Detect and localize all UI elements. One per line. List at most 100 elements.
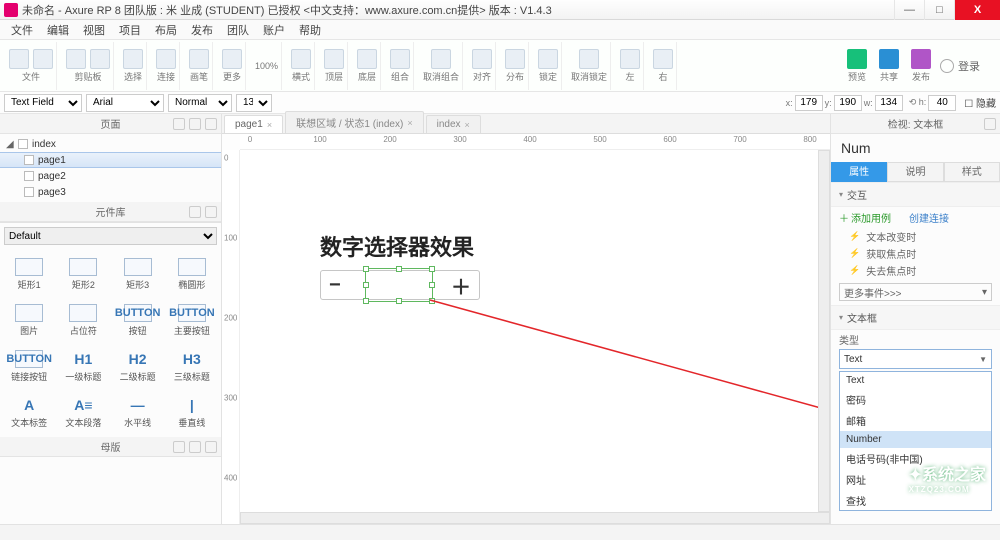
menu-项目[interactable]: 项目 [112, 22, 148, 38]
lib-item[interactable]: H1一级标题 [56, 343, 110, 389]
library-set-select[interactable]: Default [4, 227, 217, 245]
page-item-page2[interactable]: page2 [0, 168, 221, 184]
scrollbar-horizontal[interactable] [240, 512, 830, 524]
page-item-page3[interactable]: page3 [0, 184, 221, 200]
inspector-tab-说明[interactable]: 说明 [887, 162, 943, 182]
menu-账户[interactable]: 账户 [256, 22, 292, 38]
close-button[interactable]: X [954, 0, 1000, 20]
canvas[interactable]: 数字选择器效果 − ＋ [240, 150, 830, 524]
menu-帮助[interactable]: 帮助 [292, 22, 328, 38]
lib-item[interactable]: BUTTON按钮 [111, 297, 165, 343]
canvas-heading[interactable]: 数字选择器效果 [320, 230, 474, 262]
type-option[interactable]: Text [840, 372, 991, 389]
create-link-link[interactable]: 创建连接 [909, 210, 949, 225]
menu-编辑[interactable]: 编辑 [40, 22, 76, 38]
event-item[interactable]: 文本改变时 [831, 228, 1000, 245]
lib-item[interactable]: 矩形2 [56, 251, 110, 297]
login-button[interactable]: 登录 [940, 58, 994, 74]
font-style-select[interactable]: Normal [168, 94, 232, 112]
ribbon-icon[interactable] [472, 49, 492, 69]
event-item[interactable]: 获取焦点时 [831, 245, 1000, 262]
ribbon-icon[interactable] [538, 49, 558, 69]
widget-name[interactable]: Num [831, 134, 1000, 162]
type-option[interactable]: 密码 [840, 389, 991, 410]
ribbon-icon[interactable] [189, 49, 209, 69]
event-item[interactable]: 失去焦点时 [831, 262, 1000, 279]
lib-item[interactable]: —水平线 [111, 389, 165, 435]
ribbon-icon[interactable] [90, 49, 110, 69]
lib-item[interactable]: A文本标签 [2, 389, 56, 435]
menu-视图[interactable]: 视图 [76, 22, 112, 38]
lib-item[interactable]: H3三级标题 [165, 343, 219, 389]
lib-search-icon[interactable] [205, 206, 217, 218]
lib-menu-icon[interactable] [189, 206, 201, 218]
type-option[interactable]: 查找 [840, 490, 991, 511]
ribbon-icon[interactable] [324, 49, 344, 69]
stepper-minus[interactable]: − [329, 274, 341, 297]
inspector-menu-icon[interactable] [984, 118, 996, 130]
inspector-tab-属性[interactable]: 属性 [831, 162, 887, 182]
stepper-plus[interactable]: ＋ [451, 271, 471, 300]
textfield-section-header[interactable]: 文本框 [831, 305, 1000, 330]
预览-button[interactable] [847, 49, 867, 69]
ribbon-icon[interactable] [579, 49, 599, 69]
type-option[interactable]: Number [840, 431, 991, 448]
lib-item[interactable]: |垂直线 [165, 389, 219, 435]
ribbon-icon[interactable] [505, 49, 525, 69]
minimize-button[interactable]: — [894, 0, 924, 20]
pages-search-icon[interactable] [205, 118, 217, 130]
maximize-button[interactable]: □ [924, 0, 954, 20]
lib-item[interactable]: A≡文本段落 [56, 389, 110, 435]
masters-folder-icon[interactable] [189, 441, 201, 453]
menu-团队[interactable]: 团队 [220, 22, 256, 38]
interaction-section-header[interactable]: 交互 [831, 182, 1000, 207]
发布-button[interactable] [911, 49, 931, 69]
add-case-link[interactable]: 添加用例 [839, 210, 891, 225]
page-tab[interactable]: index× [426, 115, 481, 133]
ribbon-icon[interactable] [156, 49, 176, 69]
ribbon-icon[interactable] [620, 49, 640, 69]
coord-y[interactable] [834, 95, 862, 111]
ribbon-icon[interactable] [9, 49, 29, 69]
ribbon-icon[interactable] [291, 49, 311, 69]
pages-add-icon[interactable] [173, 118, 185, 130]
coord-w[interactable] [875, 95, 903, 111]
共享-button[interactable] [879, 49, 899, 69]
widget-type-select[interactable]: Text Field [4, 94, 82, 112]
type-option[interactable]: 网址 [840, 469, 991, 490]
type-option[interactable]: 电话号码(非中国) [840, 448, 991, 469]
menu-发布[interactable]: 发布 [184, 22, 220, 38]
page-item-page1[interactable]: page1 [0, 152, 221, 168]
type-option[interactable]: 邮箱 [840, 410, 991, 431]
ribbon-icon[interactable] [653, 49, 673, 69]
pages-folder-icon[interactable] [189, 118, 201, 130]
lib-item[interactable]: H2二级标题 [111, 343, 165, 389]
ribbon-icon[interactable] [33, 49, 53, 69]
ribbon-icon[interactable] [66, 49, 86, 69]
ribbon-icon[interactable] [357, 49, 377, 69]
ribbon-icon[interactable] [222, 49, 242, 69]
ribbon-icon[interactable] [390, 49, 410, 69]
close-icon[interactable]: × [407, 118, 412, 128]
ribbon-icon[interactable] [431, 49, 451, 69]
coord-h[interactable] [928, 95, 956, 111]
inspector-tab-样式[interactable]: 样式 [944, 162, 1000, 182]
coord-x[interactable] [795, 95, 823, 111]
page-tab[interactable]: page1× [224, 115, 283, 133]
lib-item[interactable]: 图片 [2, 297, 56, 343]
ribbon-icon[interactable] [123, 49, 143, 69]
lib-item[interactable]: BUTTON主要按钮 [165, 297, 219, 343]
lib-item[interactable]: 矩形3 [111, 251, 165, 297]
more-events-dropdown[interactable]: 更多事件>>>▾ [839, 283, 992, 301]
page-tab[interactable]: 联想区域 / 状态1 (index)× [285, 111, 424, 133]
lib-item[interactable]: 椭圆形 [165, 251, 219, 297]
hide-toggle[interactable]: ☐ 隐藏 [964, 95, 996, 110]
font-size-select[interactable]: 13 [236, 94, 272, 112]
masters-search-icon[interactable] [205, 441, 217, 453]
close-icon[interactable]: × [267, 120, 272, 130]
lib-item[interactable]: 占位符 [56, 297, 110, 343]
close-icon[interactable]: × [465, 120, 470, 130]
masters-add-icon[interactable] [173, 441, 185, 453]
scrollbar-vertical[interactable] [818, 150, 830, 512]
lib-item[interactable]: BUTTON链接按钮 [2, 343, 56, 389]
